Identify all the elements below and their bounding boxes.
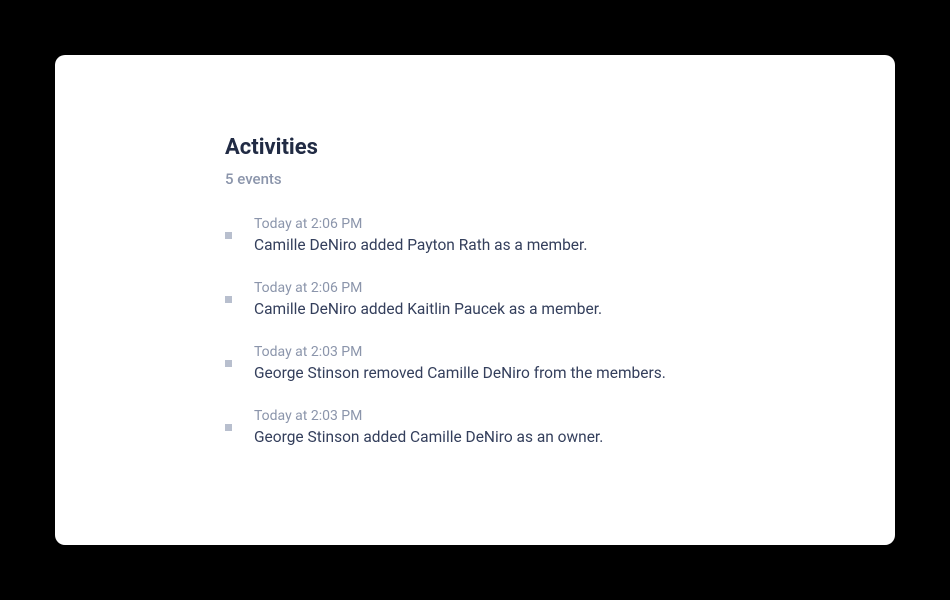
bullet-icon — [225, 360, 232, 367]
activity-content: Today at 2:03 PM George Stinson added Ca… — [254, 408, 603, 446]
activity-timestamp: Today at 2:03 PM — [254, 344, 666, 360]
bullet-icon — [225, 296, 232, 303]
bullet-icon — [225, 232, 232, 239]
activity-list: Today at 2:06 PM Camille DeNiro added Pa… — [225, 216, 895, 446]
activity-item: Today at 2:03 PM George Stinson added Ca… — [225, 408, 895, 446]
activity-timestamp: Today at 2:06 PM — [254, 216, 587, 232]
activity-item: Today at 2:03 PM George Stinson removed … — [225, 344, 895, 382]
activity-content: Today at 2:06 PM Camille DeNiro added Ka… — [254, 280, 602, 318]
activity-description: George Stinson removed Camille DeNiro fr… — [254, 364, 666, 382]
activity-item: Today at 2:06 PM Camille DeNiro added Ka… — [225, 280, 895, 318]
section-title: Activities — [225, 135, 895, 160]
activity-description: George Stinson added Camille DeNiro as a… — [254, 428, 603, 446]
activity-timestamp: Today at 2:06 PM — [254, 280, 602, 296]
activity-item: Today at 2:06 PM Camille DeNiro added Pa… — [225, 216, 895, 254]
activity-description: Camille DeNiro added Kaitlin Paucek as a… — [254, 300, 602, 318]
activity-timestamp: Today at 2:03 PM — [254, 408, 603, 424]
event-count: 5 events — [225, 170, 895, 188]
activity-content: Today at 2:06 PM Camille DeNiro added Pa… — [254, 216, 587, 254]
activity-description: Camille DeNiro added Payton Rath as a me… — [254, 236, 587, 254]
activity-card: Activities 5 events Today at 2:06 PM Cam… — [55, 55, 895, 545]
bullet-icon — [225, 424, 232, 431]
activity-content: Today at 2:03 PM George Stinson removed … — [254, 344, 666, 382]
